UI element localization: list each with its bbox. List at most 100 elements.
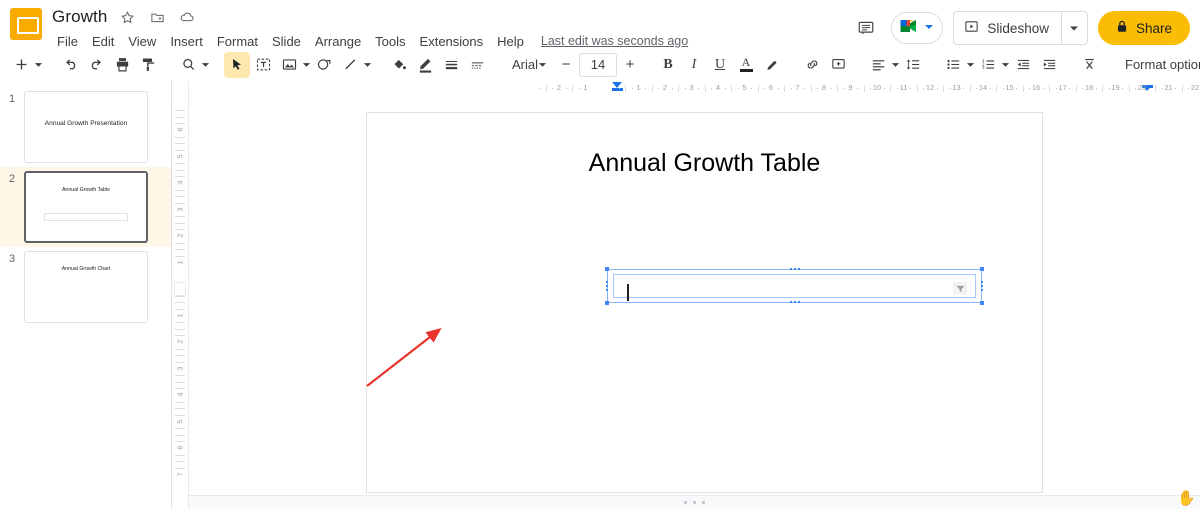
paint-format-icon[interactable] bbox=[135, 52, 161, 78]
menu-extensions[interactable]: Extensions bbox=[413, 32, 491, 51]
fill-color-icon[interactable] bbox=[386, 52, 412, 78]
increase-indent-icon[interactable] bbox=[1036, 52, 1062, 78]
font-family-select[interactable]: Arial bbox=[504, 52, 551, 78]
menu-help[interactable]: Help bbox=[490, 32, 531, 51]
resize-handle-tl[interactable] bbox=[605, 267, 609, 271]
horizontal-ruler[interactable]: 2 1 1 2 3 4 5 6 7 8 9 10 11 12 13 14 15 16 17 18 19 20 21 22 bbox=[189, 81, 1200, 96]
border-color-icon[interactable] bbox=[412, 52, 438, 78]
line-caret-icon[interactable] bbox=[363, 52, 372, 78]
ruler-minor-tick bbox=[175, 136, 185, 138]
slide-canvas[interactable]: Annual Growth Table bbox=[366, 112, 1043, 493]
slides-logo-icon bbox=[10, 8, 42, 40]
italic-icon[interactable]: I bbox=[681, 52, 707, 78]
slideshow-main[interactable]: Slideshow bbox=[954, 12, 1061, 44]
line-icon[interactable] bbox=[337, 52, 363, 78]
menu-format[interactable]: Format bbox=[210, 32, 265, 51]
ruler-minor-tick bbox=[578, 88, 580, 89]
clear-formatting-icon[interactable] bbox=[1076, 52, 1102, 78]
insert-comment-icon[interactable] bbox=[825, 52, 851, 78]
slideshow-options-caret[interactable] bbox=[1060, 12, 1087, 44]
bulleted-list-icon[interactable] bbox=[940, 52, 966, 78]
resize-handle-bottom[interactable] bbox=[789, 301, 801, 304]
align-icon[interactable] bbox=[865, 52, 891, 78]
zoom-icon[interactable] bbox=[175, 52, 201, 78]
share-button[interactable]: Share bbox=[1097, 11, 1190, 45]
resize-handle-tr[interactable] bbox=[980, 267, 984, 271]
thumbnail-title: Annual Growth Chart bbox=[61, 266, 111, 272]
speaker-notes-handle[interactable] bbox=[693, 501, 696, 504]
zoom-caret-icon[interactable] bbox=[201, 52, 210, 78]
resize-handle-br[interactable] bbox=[980, 301, 984, 305]
cloud-saved-icon[interactable] bbox=[177, 7, 197, 27]
filmstrip-slide-3[interactable]: 3 Annual Growth Chart bbox=[0, 247, 171, 327]
bold-icon[interactable]: B bbox=[655, 52, 681, 78]
last-edit-status[interactable]: Last edit was seconds ago bbox=[541, 34, 688, 48]
resize-handle-top[interactable] bbox=[789, 268, 801, 271]
ruler-minor-tick bbox=[175, 434, 185, 436]
resize-handle-bl[interactable] bbox=[605, 301, 609, 305]
highlight-color-icon[interactable] bbox=[759, 52, 785, 78]
selected-text-box[interactable] bbox=[605, 267, 984, 305]
speaker-notes-handle[interactable] bbox=[702, 501, 705, 504]
vertical-indent-marker[interactable] bbox=[174, 282, 186, 296]
vertical-ruler[interactable]: 6543211234567 bbox=[172, 81, 189, 509]
print-icon[interactable] bbox=[109, 52, 135, 78]
filmstrip-slide-1[interactable]: 1 Annual Growth Presentation bbox=[0, 87, 171, 167]
shape-icon[interactable] bbox=[311, 52, 337, 78]
filmstrip-slide-2[interactable]: 2 Annual Growth Table bbox=[0, 167, 171, 247]
menu-view[interactable]: View bbox=[121, 32, 163, 51]
star-icon[interactable] bbox=[117, 7, 137, 27]
line-spacing-icon[interactable] bbox=[900, 52, 926, 78]
slide-stage[interactable]: Annual Growth Table bbox=[189, 96, 1200, 495]
move-to-folder-icon[interactable] bbox=[147, 7, 167, 27]
dropdown-filter-icon[interactable] bbox=[953, 282, 967, 295]
bulleted-list-caret-icon[interactable] bbox=[966, 52, 975, 78]
text-color-icon[interactable]: A bbox=[733, 52, 759, 78]
insert-image-icon[interactable] bbox=[276, 52, 302, 78]
menu-slide[interactable]: Slide bbox=[265, 32, 308, 51]
resize-handle-left[interactable] bbox=[606, 281, 608, 292]
slide-thumbnail[interactable]: Annual Growth Chart bbox=[24, 251, 148, 323]
font-size-input[interactable]: 14 bbox=[579, 52, 618, 77]
slideshow-button[interactable]: Slideshow bbox=[953, 11, 1088, 45]
slide-filmstrip[interactable]: 1 Annual Growth Presentation 2 Annual Gr… bbox=[0, 81, 172, 509]
resize-handle-right[interactable] bbox=[981, 281, 983, 292]
ruler-tick: 18 bbox=[1084, 83, 1094, 92]
menu-arrange[interactable]: Arrange bbox=[308, 32, 368, 51]
numbered-list-caret-icon[interactable] bbox=[1001, 52, 1010, 78]
slide-thumbnail[interactable]: Annual Growth Presentation bbox=[24, 91, 148, 163]
menu-file[interactable]: File bbox=[50, 32, 85, 51]
speaker-notes-handle[interactable] bbox=[684, 501, 687, 504]
comment-history-icon[interactable] bbox=[851, 13, 881, 43]
menu-insert[interactable]: Insert bbox=[163, 32, 210, 51]
menu-tools[interactable]: Tools bbox=[368, 32, 412, 51]
new-slide-icon[interactable] bbox=[8, 52, 34, 78]
slide-title[interactable]: Annual Growth Table bbox=[367, 149, 1042, 178]
slide-thumbnail[interactable]: Annual Growth Table bbox=[24, 171, 148, 243]
numbered-list-icon[interactable]: 123 bbox=[975, 52, 1001, 78]
text-box-body[interactable] bbox=[613, 274, 976, 301]
new-slide-caret-icon[interactable] bbox=[34, 52, 43, 78]
decrease-indent-icon[interactable] bbox=[1010, 52, 1036, 78]
document-title[interactable]: Growth bbox=[52, 7, 107, 27]
decrease-font-size-button[interactable]: − bbox=[555, 54, 577, 76]
undo-icon[interactable] bbox=[57, 52, 83, 78]
select-tool-icon[interactable] bbox=[224, 51, 250, 78]
thumbnail-title: Annual Growth Presentation bbox=[44, 120, 128, 127]
border-weight-icon[interactable] bbox=[438, 52, 464, 78]
svg-text:3: 3 bbox=[982, 65, 985, 70]
redo-icon[interactable] bbox=[83, 52, 109, 78]
insert-link-icon[interactable] bbox=[799, 52, 825, 78]
insert-image-caret-icon[interactable] bbox=[302, 52, 311, 78]
menu-edit[interactable]: Edit bbox=[85, 32, 121, 51]
google-meet-button[interactable] bbox=[891, 12, 944, 44]
speaker-notes-bar[interactable] bbox=[189, 495, 1200, 509]
align-caret-icon[interactable] bbox=[891, 52, 900, 78]
ruler-minor-tick bbox=[671, 88, 673, 89]
format-options-button[interactable]: Format options bbox=[1116, 53, 1200, 76]
underline-icon[interactable]: U bbox=[707, 52, 733, 78]
increase-font-size-button[interactable]: + bbox=[619, 54, 641, 76]
ruler-minor-tick bbox=[175, 255, 185, 257]
border-dash-icon[interactable] bbox=[464, 52, 490, 78]
text-box-icon[interactable] bbox=[250, 52, 276, 78]
